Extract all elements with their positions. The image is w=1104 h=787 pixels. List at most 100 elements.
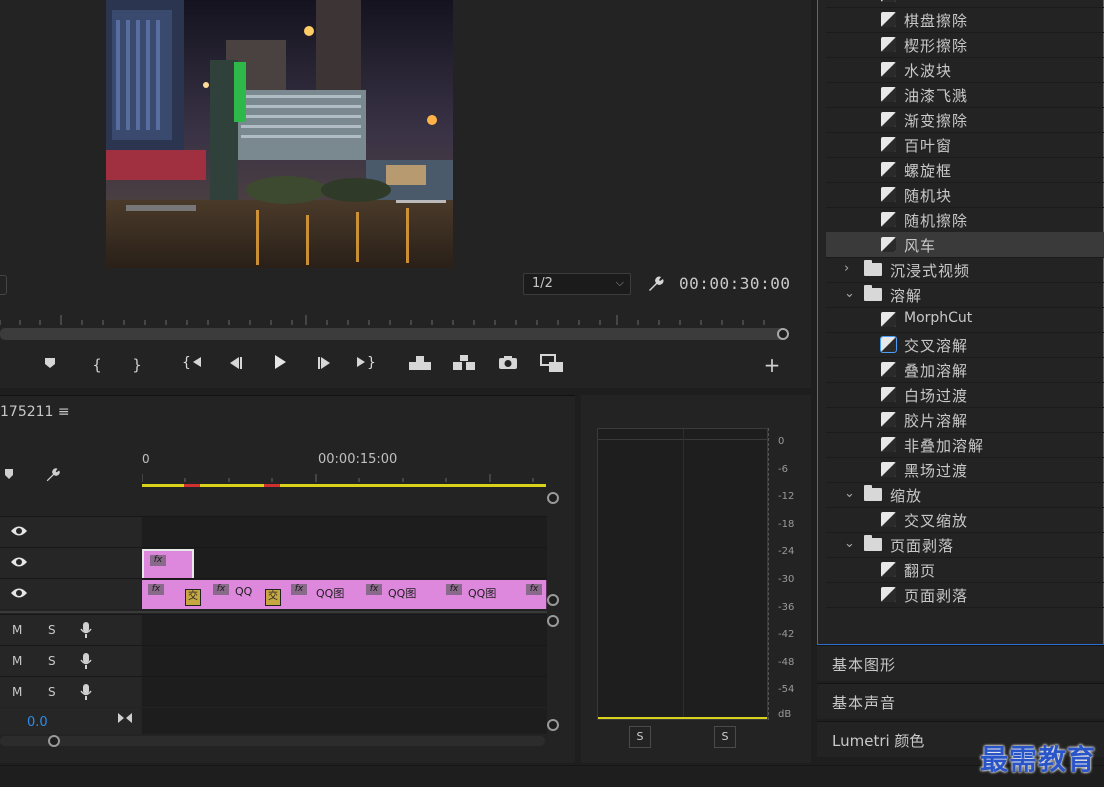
folder-item[interactable]: ⌄ 缩放 — [826, 482, 1104, 508]
folder-item[interactable]: ⌄ 页面剥落 — [826, 532, 1104, 558]
eye-icon[interactable] — [10, 524, 28, 538]
go-to-end-icon[interactable] — [117, 712, 133, 728]
effect-item[interactable]: 随机块 — [826, 182, 1104, 208]
effect-item-selected[interactable]: 风车 — [826, 232, 1104, 258]
audio-track: M S — [0, 614, 547, 646]
step-back-icon[interactable] — [225, 354, 247, 376]
watermark: 最需教育 — [980, 743, 1097, 776]
clip[interactable]: fx QQ — [191, 580, 272, 609]
go-to-in-icon[interactable]: { — [182, 354, 204, 376]
vertical-scroll-handle[interactable] — [547, 492, 559, 504]
sequence-tab[interactable]: 175211 ≡ — [0, 404, 70, 420]
track-lane[interactable] — [142, 615, 547, 645]
track-scroll-handle[interactable] — [547, 719, 559, 731]
track-lane[interactable] — [142, 646, 547, 676]
program-timecode[interactable]: 00:00:30:00 — [679, 274, 790, 293]
extract-icon[interactable] — [452, 354, 475, 376]
solo-left-button[interactable]: S — [629, 726, 651, 748]
microphone-icon[interactable] — [80, 653, 92, 670]
effect-item[interactable]: 黑场过渡 — [826, 457, 1104, 483]
chevron-down-icon[interactable]: ⌄ — [844, 486, 855, 501]
master-volume-value[interactable]: 0.0 — [27, 715, 48, 730]
mute-button[interactable]: M — [12, 623, 22, 637]
microphone-icon[interactable] — [80, 622, 92, 639]
effect-item[interactable]: 白场过渡 — [826, 382, 1104, 408]
db-label: -54 — [778, 684, 795, 695]
go-to-out-icon[interactable]: } — [354, 354, 376, 376]
microphone-icon[interactable] — [80, 684, 92, 701]
chevron-down-icon[interactable]: ⌄ — [844, 536, 855, 551]
effect-item[interactable]: 翻页 — [826, 557, 1104, 583]
in-point-icon[interactable]: { — [86, 354, 108, 376]
effect-item[interactable]: 胶片溶解 — [826, 407, 1104, 433]
clip[interactable]: fx QQ图 — [352, 580, 433, 609]
track-lane[interactable] — [142, 517, 547, 547]
master-track-lane[interactable] — [142, 708, 547, 734]
resolution-select[interactable]: 1/2 ⌵ — [523, 273, 631, 295]
marker-icon[interactable] — [39, 354, 61, 376]
horizontal-scrollbar[interactable] — [0, 736, 545, 746]
mute-button[interactable]: M — [12, 654, 22, 668]
effect-item[interactable]: 螺旋框 — [826, 157, 1104, 183]
effect-item[interactable]: MorphCut — [826, 307, 1104, 333]
folder-label: 页面剥落 — [890, 537, 955, 555]
clip[interactable]: fx — [512, 580, 547, 609]
out-point-icon[interactable]: } — [126, 354, 148, 376]
export-frame-icon[interactable] — [497, 354, 519, 376]
add-button-icon[interactable]: + — [761, 354, 783, 376]
track-lane[interactable]: fx fx QQ fx QQ图 fx QQ图 fx QQ图 fx 交 交 — [142, 579, 547, 609]
zoom-handle[interactable] — [48, 735, 60, 747]
play-icon[interactable] — [269, 354, 291, 376]
panel-menu-icon[interactable]: ≡ — [58, 404, 70, 420]
track-lane[interactable] — [142, 677, 547, 707]
work-area-bar[interactable] — [142, 484, 546, 487]
effect-item[interactable]: 叠加溶解 — [826, 357, 1104, 383]
program-ruler[interactable] — [0, 310, 790, 340]
track-scroll-handle[interactable] — [547, 615, 559, 627]
effect-item[interactable]: 百叶窗 — [826, 132, 1104, 158]
panel-essential-graphics[interactable]: 基本图形 — [817, 645, 1104, 681]
effect-label: 交叉缩放 — [904, 512, 969, 530]
chevron-down-icon[interactable]: ⌄ — [844, 286, 855, 301]
clip[interactable]: fx QQ图 — [271, 580, 353, 609]
effect-item[interactable]: 水波块 — [826, 57, 1104, 83]
mute-button[interactable]: M — [12, 685, 22, 699]
effect-item[interactable]: 交叉溶解 — [826, 332, 1104, 358]
effect-item[interactable]: 交叉缩放 — [826, 507, 1104, 533]
lift-icon[interactable] — [408, 354, 431, 376]
effect-label: 风车 — [904, 237, 937, 255]
eye-icon[interactable] — [10, 586, 28, 600]
transition-marker[interactable]: 交 — [265, 589, 281, 606]
wrench-icon[interactable] — [646, 274, 666, 294]
solo-button[interactable]: S — [48, 654, 56, 668]
effect-label: 百叶窗 — [904, 137, 953, 155]
compare-icon[interactable] — [540, 354, 563, 376]
folder-item[interactable]: › 沉浸式视频 — [826, 257, 1104, 283]
effect-item[interactable]: 油漆飞溅 — [826, 82, 1104, 108]
add-marker-icon[interactable] — [4, 468, 14, 484]
svg-text:{: { — [182, 355, 191, 370]
chevron-right-icon[interactable]: › — [844, 261, 849, 276]
clip[interactable]: fx QQ图 — [432, 580, 513, 609]
effect-item[interactable]: 楔形擦除 — [826, 32, 1104, 58]
transition-marker[interactable]: 交 — [185, 589, 201, 606]
video-audio-divider[interactable] — [0, 611, 547, 613]
timeline-ruler[interactable] — [141, 470, 546, 482]
panel-essential-sound[interactable]: 基本声音 — [817, 683, 1104, 719]
track-scroll-handle[interactable] — [547, 594, 559, 606]
effect-item[interactable]: 非叠加溶解 — [826, 432, 1104, 458]
effect-item[interactable]: 渐变擦除 — [826, 107, 1104, 133]
effect-item[interactable]: 棋盘擦除 — [826, 7, 1104, 33]
step-forward-icon[interactable] — [313, 354, 335, 376]
track-lane[interactable]: fx — [142, 548, 547, 582]
timeline-settings-wrench-icon[interactable] — [44, 466, 62, 488]
effect-item[interactable]: 随机擦除 — [826, 207, 1104, 233]
solo-button[interactable]: S — [48, 685, 56, 699]
solo-button[interactable]: S — [48, 623, 56, 637]
effect-item[interactable]: 页面剥落 — [826, 582, 1104, 608]
folder-icon — [864, 260, 882, 276]
panel-edge-handle[interactable] — [0, 275, 7, 295]
folder-item[interactable]: ⌄ 溶解 — [826, 282, 1104, 308]
eye-icon[interactable] — [10, 555, 28, 569]
solo-right-button[interactable]: S — [714, 726, 736, 748]
